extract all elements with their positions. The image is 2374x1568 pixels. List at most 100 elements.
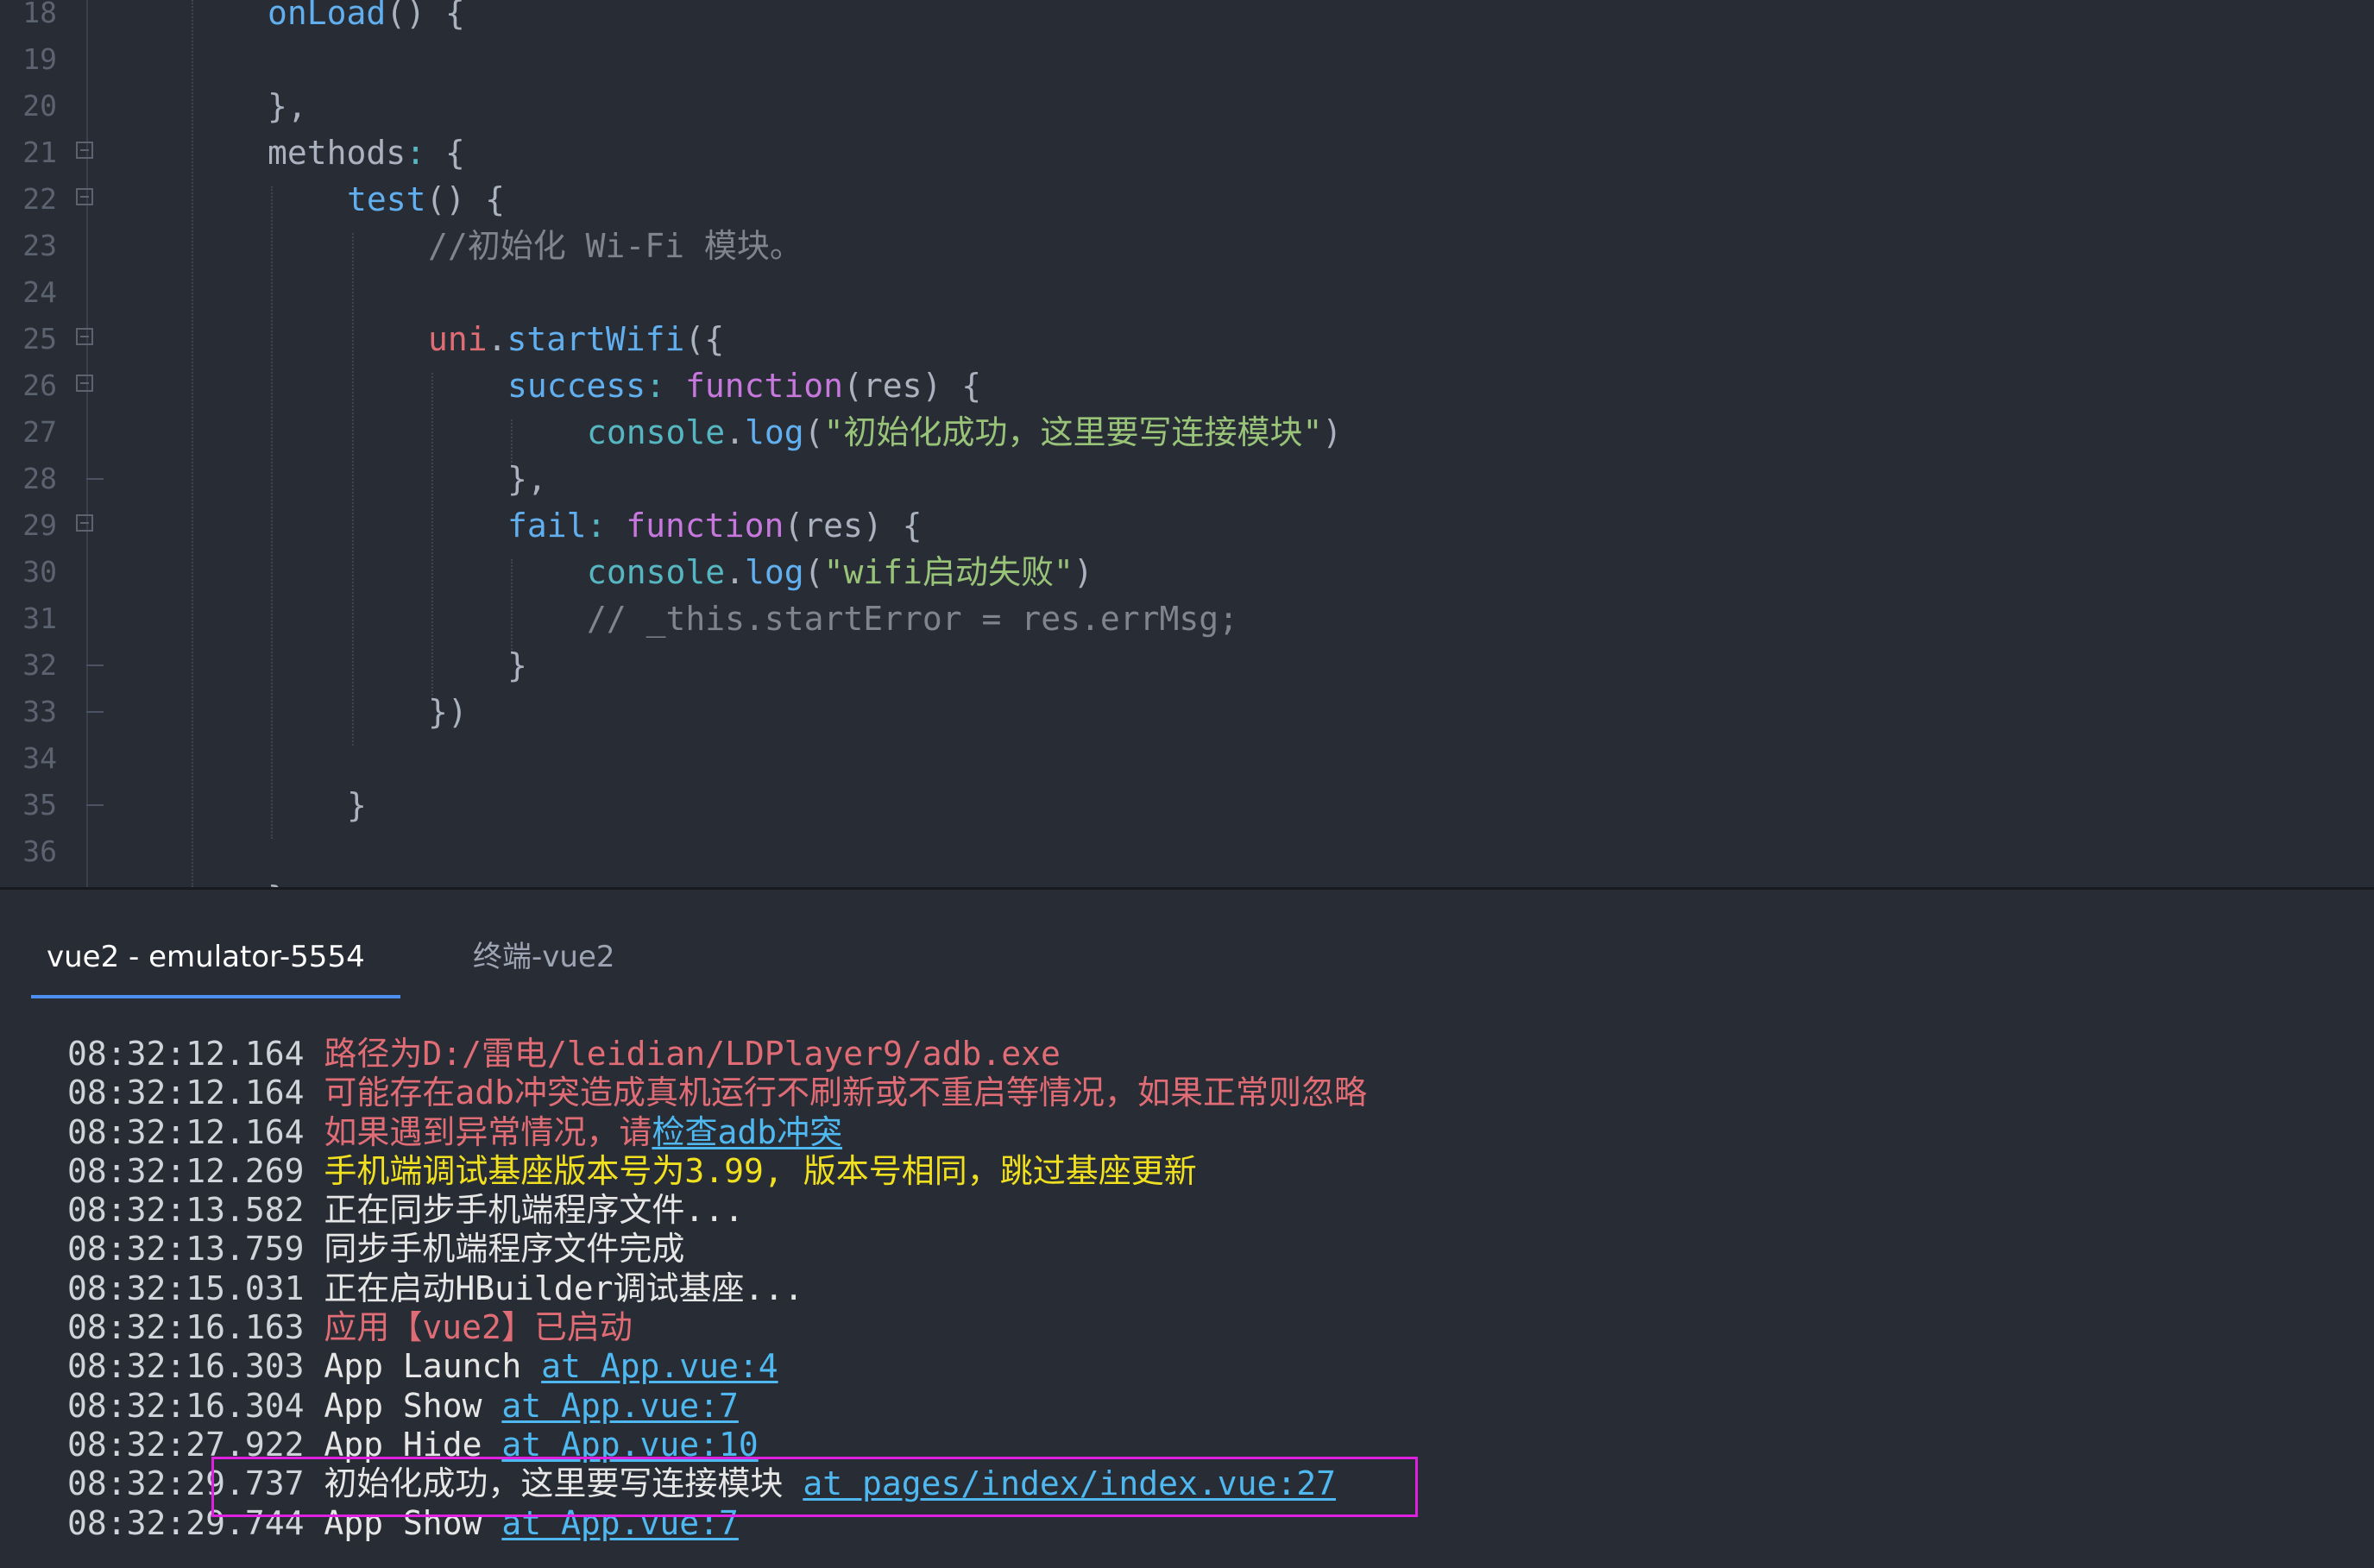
log-source-link[interactable]: 检查adb冲突 — [652, 1113, 842, 1151]
log-message: 正在启动HBuilder调试基座... — [324, 1269, 804, 1307]
code-text: }) — [428, 689, 468, 735]
log-line: 08:32:12.164 路径为D:/雷电/leidian/LDPlayer9/… — [67, 1035, 1367, 1074]
code-token: (res) { — [842, 367, 982, 405]
code-line[interactable]: 20}, — [0, 83, 2374, 129]
code-token: }, — [268, 879, 307, 887]
code-token: // _this.startError = res.errMsg; — [587, 600, 1238, 638]
log-line: 08:32:12.269 手机端调试基座版本号为3.99, 版本号相同，跳过基座… — [67, 1152, 1367, 1191]
code-token: methods — [268, 134, 406, 172]
code-text: // _this.startError = res.errMsg; — [587, 595, 1238, 642]
code-text: test() { — [347, 176, 505, 223]
code-line[interactable]: 18 onLoad() { — [0, 0, 2374, 36]
code-token: ) — [1073, 553, 1093, 591]
fold-minus-icon[interactable] — [76, 514, 93, 532]
code-token: . — [725, 553, 746, 591]
log-line: 08:32:15.031 正在启动HBuilder调试基座... — [67, 1269, 1367, 1308]
code-line[interactable]: 34 — [0, 735, 2374, 782]
code-token: }) — [428, 693, 468, 731]
fold-minus-icon[interactable] — [76, 142, 93, 159]
code-line[interactable]: 33}) — [0, 689, 2374, 735]
code-line[interactable]: 22 test() { — [0, 176, 2374, 223]
log-line: 08:32:13.582 正在同步手机端程序文件... — [67, 1191, 1367, 1230]
line-number: 28 — [22, 462, 57, 495]
fold-minus-icon[interactable] — [76, 328, 93, 345]
code-token: ({ — [684, 320, 725, 358]
code-token: () { — [425, 180, 506, 218]
fold-minus-icon[interactable] — [76, 375, 93, 392]
code-line[interactable]: 21 methods: { — [0, 129, 2374, 176]
log-timestamp: 08:32:13.759 — [67, 1230, 324, 1269]
line-number: 22 — [22, 182, 57, 216]
line-number: 27 — [22, 415, 57, 449]
code-line[interactable]: 26 success: function(res) { — [0, 362, 2374, 409]
code-token: //初始化 Wi-Fi 模块。 — [428, 227, 803, 265]
code-line[interactable]: 35} — [0, 782, 2374, 828]
line-number: 23 — [22, 229, 57, 262]
code-text: }, — [268, 875, 307, 887]
code-line[interactable]: 36 — [0, 828, 2374, 875]
code-text: console.log("初始化成功，这里要写连接模块") — [587, 409, 1342, 456]
code-text: }, — [268, 83, 307, 129]
code-editor[interactable]: 18 onLoad() { 19 20}, 21 methods: { 22 test() {… — [0, 0, 2374, 887]
code-token: function — [626, 507, 784, 545]
code-token: } — [507, 646, 527, 684]
code-token: ( — [803, 553, 824, 591]
code-line[interactable]: 32} — [0, 642, 2374, 689]
code-token: : — [406, 134, 426, 172]
log-message: 如果遇到异常情况，请 — [324, 1112, 652, 1151]
code-line[interactable]: 30 console.log("wifi启动失败") — [0, 549, 2374, 595]
code-line[interactable]: }, — [0, 875, 2374, 887]
code-line[interactable]: 25 uni.startWifi({ — [0, 316, 2374, 362]
log-line: 08:32:12.164 可能存在adb冲突造成真机运行不刷新或不重启等情况，如… — [67, 1074, 1367, 1112]
code-token: console — [587, 413, 726, 451]
code-token: console — [587, 553, 726, 591]
tab-terminal[interactable]: 终端-vue2 — [473, 919, 615, 995]
code-token: . — [487, 320, 507, 358]
line-number: 32 — [22, 648, 57, 682]
line-number: 34 — [22, 741, 57, 775]
code-token: log — [745, 553, 804, 591]
fold-end-icon — [86, 478, 104, 480]
code-token: uni — [428, 320, 488, 358]
code-line[interactable]: 23 //初始化 Wi-Fi 模块。 — [0, 223, 2374, 269]
log-source-link[interactable]: at App.vue:7 — [501, 1387, 739, 1425]
line-number: 30 — [22, 555, 57, 589]
line-number: 19 — [22, 42, 57, 76]
log-message: 应用【vue2】已启动 — [324, 1308, 633, 1347]
code-token: success — [507, 367, 646, 405]
code-text: console.log("wifi启动失败") — [587, 549, 1093, 595]
code-text: success: function(res) { — [507, 362, 981, 409]
code-token: }, — [268, 87, 307, 125]
line-number: 31 — [22, 601, 57, 635]
log-message: 手机端调试基座版本号为3.99, 版本号相同，跳过基座更新 — [324, 1151, 1197, 1190]
code-token: startWifi — [507, 320, 685, 358]
log-timestamp: 08:32:15.031 — [67, 1269, 324, 1307]
code-text: fail: function(res) { — [507, 502, 922, 549]
log-timestamp: 08:32:16.303 — [67, 1347, 324, 1386]
code-token: () { — [386, 0, 465, 32]
tab-emulator-console[interactable]: vue2 - emulator-5554 — [31, 919, 400, 995]
code-text: } — [347, 782, 367, 828]
code-line[interactable]: 19 — [0, 36, 2374, 83]
log-line: 08:32:12.164 如果遇到异常情况，请检查adb冲突 — [67, 1113, 1367, 1152]
code-text: uni.startWifi({ — [428, 316, 724, 362]
line-number: 25 — [22, 322, 57, 356]
line-number: 24 — [22, 275, 57, 309]
code-text: onLoad() { — [268, 0, 465, 36]
code-token: }, — [507, 460, 547, 498]
code-line[interactable]: 27 console.log("初始化成功，这里要写连接模块") — [0, 409, 2374, 456]
code-token: . — [725, 413, 746, 451]
code-token: ( — [803, 413, 824, 451]
code-line[interactable]: 28}, — [0, 456, 2374, 502]
fold-minus-icon[interactable] — [76, 188, 93, 205]
log-source-link[interactable]: at App.vue:4 — [541, 1347, 778, 1385]
line-number: 18 — [22, 0, 57, 29]
code-line[interactable]: 31 // _this.startError = res.errMsg; — [0, 595, 2374, 642]
code-line[interactable]: 29 fail: function(res) { — [0, 502, 2374, 549]
log-message: 可能存在adb冲突造成真机运行不刷新或不重启等情况，如果正常则忽略 — [324, 1074, 1368, 1112]
code-line[interactable]: 24 — [0, 269, 2374, 316]
log-line: 08:32:13.759 同步手机端程序文件完成 — [67, 1230, 1367, 1269]
code-token: function — [684, 367, 843, 405]
